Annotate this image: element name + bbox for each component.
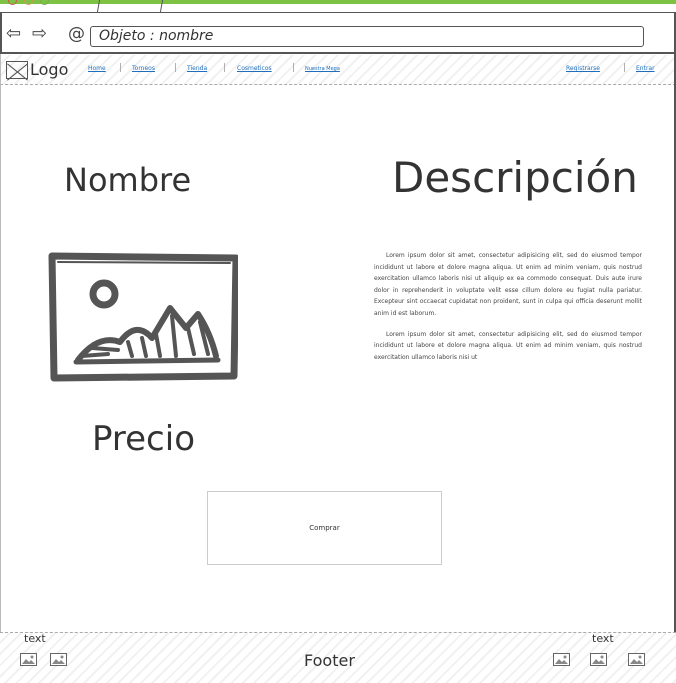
nav-link-torneos[interactable]: Torneos	[132, 65, 155, 73]
register-link[interactable]: Registrarse	[566, 65, 600, 73]
footer-title: Footer	[304, 651, 355, 670]
browser-address-bar: ⇦ ⇨ @ Objeto : nombre	[0, 12, 676, 54]
description-paragraph: Lorem ipsum dolor sit amet, consectetur …	[374, 252, 642, 317]
nav-separator: |	[119, 63, 123, 73]
login-link[interactable]: Entrar	[636, 65, 655, 73]
footer-image-icon[interactable]	[553, 653, 570, 666]
close-window-icon[interactable]	[8, 0, 17, 5]
footer-left-text: text	[24, 632, 46, 645]
page-border-left	[0, 54, 1, 683]
nav-link-home[interactable]: Home	[88, 65, 106, 73]
site-header: Logo Home | Torneos | Tienda | Cosmetico…	[0, 55, 676, 85]
logo-text[interactable]: Logo	[30, 60, 68, 80]
site-footer: text Footer text	[0, 632, 676, 683]
nav-separator: |	[292, 63, 296, 73]
nav-separator: |	[174, 63, 178, 73]
nav-link-tienda[interactable]: Tienda	[187, 65, 207, 73]
minimize-window-icon[interactable]	[24, 0, 33, 5]
browser-tab-strip	[0, 0, 676, 12]
logo-image-icon	[6, 61, 28, 79]
maximize-window-icon[interactable]	[40, 0, 49, 5]
footer-image-icon[interactable]	[628, 653, 645, 666]
back-arrow-icon[interactable]: ⇦	[6, 25, 21, 43]
product-description: Lorem ipsum dolor sit amet, consectetur …	[374, 250, 642, 372]
description-paragraph: Lorem ipsum dolor sit amet, consectetur …	[374, 330, 642, 361]
forward-arrow-icon[interactable]: ⇨	[32, 25, 47, 43]
product-name: Nombre	[64, 161, 192, 199]
footer-image-icon[interactable]	[590, 653, 607, 666]
at-sign-icon: @	[68, 24, 85, 44]
product-image-icon	[48, 250, 240, 382]
footer-right-text: text	[592, 632, 614, 645]
nav-separator: |	[623, 63, 627, 73]
browser-tab[interactable]	[96, 0, 164, 12]
url-input[interactable]: Objeto : nombre	[90, 26, 644, 47]
footer-image-icon[interactable]	[50, 653, 67, 666]
description-title: Descripción	[392, 153, 638, 202]
nav-separator: |	[223, 63, 227, 73]
buy-button[interactable]: Comprar	[207, 491, 442, 565]
product-price: Precio	[92, 419, 195, 459]
nav-link-nuestra-mega[interactable]: Nuestra Mega	[305, 65, 340, 73]
nav-link-cosmeticos[interactable]: Cosmeticos	[237, 65, 272, 73]
footer-image-icon[interactable]	[20, 653, 37, 666]
